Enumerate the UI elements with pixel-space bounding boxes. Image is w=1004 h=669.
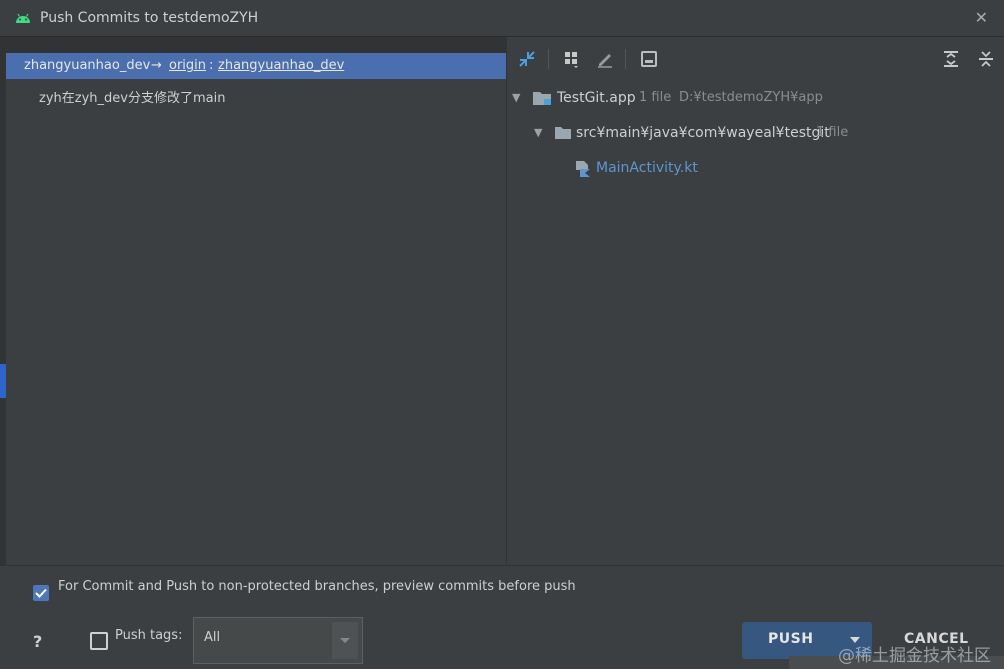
commit-item[interactable]: zyh在zyh_dev分支修改了main xyxy=(39,87,225,106)
chevron-down-icon[interactable]: ▼ xyxy=(534,122,548,144)
branch-row[interactable]: zhangyuanhao_dev → origin : zhangyuanhao… xyxy=(6,53,506,79)
window-title: Push Commits to testdemoZYH xyxy=(40,10,259,26)
close-button[interactable]: ✕ xyxy=(975,8,988,27)
help-button[interactable]: ? xyxy=(33,632,42,651)
local-branch: zhangyuanhao_dev xyxy=(24,58,151,73)
push-tags-checkbox[interactable] xyxy=(90,632,108,650)
branch-colon: : xyxy=(209,58,214,73)
chevron-down-icon[interactable]: ▼ xyxy=(512,87,526,109)
tree-row-file[interactable]: MainActivity.kt xyxy=(574,157,874,179)
folder-icon xyxy=(533,92,551,105)
edit-icon[interactable] xyxy=(595,49,615,69)
changes-panel: ▼ TestGit.app 1 file D:¥testdemoZYH¥app … xyxy=(507,37,1004,565)
toolbar-separator xyxy=(548,49,549,69)
preview-label: For Commit and Push to non-protected bra… xyxy=(58,579,576,594)
file-name: MainActivity.kt xyxy=(596,160,698,176)
commits-panel: zhangyuanhao_dev → origin : zhangyuanhao… xyxy=(6,37,506,565)
tree-row-module[interactable]: ▼ TestGit.app 1 file D:¥testdemoZYH¥app xyxy=(512,87,992,109)
module-file-count: 1 file xyxy=(639,90,672,105)
tags-select[interactable]: All xyxy=(193,617,363,664)
module-path: D:¥testdemoZYH¥app xyxy=(679,90,823,105)
module-name: TestGit.app xyxy=(557,90,636,106)
title-bar: Push Commits to testdemoZYH ✕ xyxy=(0,0,1004,37)
target-branch-link[interactable]: zhangyuanhao_dev xyxy=(218,53,344,79)
preview-checkbox[interactable] xyxy=(33,585,49,601)
tree-row-folder[interactable]: ▼ src¥main¥java¥com¥wayeal¥testgit 1 fil… xyxy=(534,122,994,144)
check-icon xyxy=(35,588,47,598)
branch-arrow: → xyxy=(151,58,162,73)
dialog-footer: For Commit and Push to non-protected bra… xyxy=(0,565,1004,669)
watermark: @稀土掘金技术社区 xyxy=(838,646,991,666)
collapse-all-icon[interactable] xyxy=(976,49,996,69)
push-button-label: PUSH xyxy=(768,631,814,647)
save-icon[interactable] xyxy=(639,49,659,69)
expand-arrows-icon[interactable] xyxy=(517,49,537,69)
remote-link[interactable]: origin xyxy=(169,53,206,79)
folder-file-count: 1 file xyxy=(816,125,849,140)
commits-panel-header xyxy=(6,37,506,53)
chevron-down-icon[interactable] xyxy=(332,622,358,659)
toolbar-separator xyxy=(625,49,626,69)
folder-icon xyxy=(555,127,571,139)
folder-name: src¥main¥java¥com¥wayeal¥testgit xyxy=(576,125,830,141)
kotlin-file-icon xyxy=(576,161,590,177)
group-by-icon[interactable] xyxy=(562,49,582,69)
expand-all-icon[interactable] xyxy=(941,49,961,69)
tags-select-value: All xyxy=(204,630,221,645)
push-tags-label: Push tags: xyxy=(115,628,183,643)
android-icon xyxy=(16,13,30,23)
